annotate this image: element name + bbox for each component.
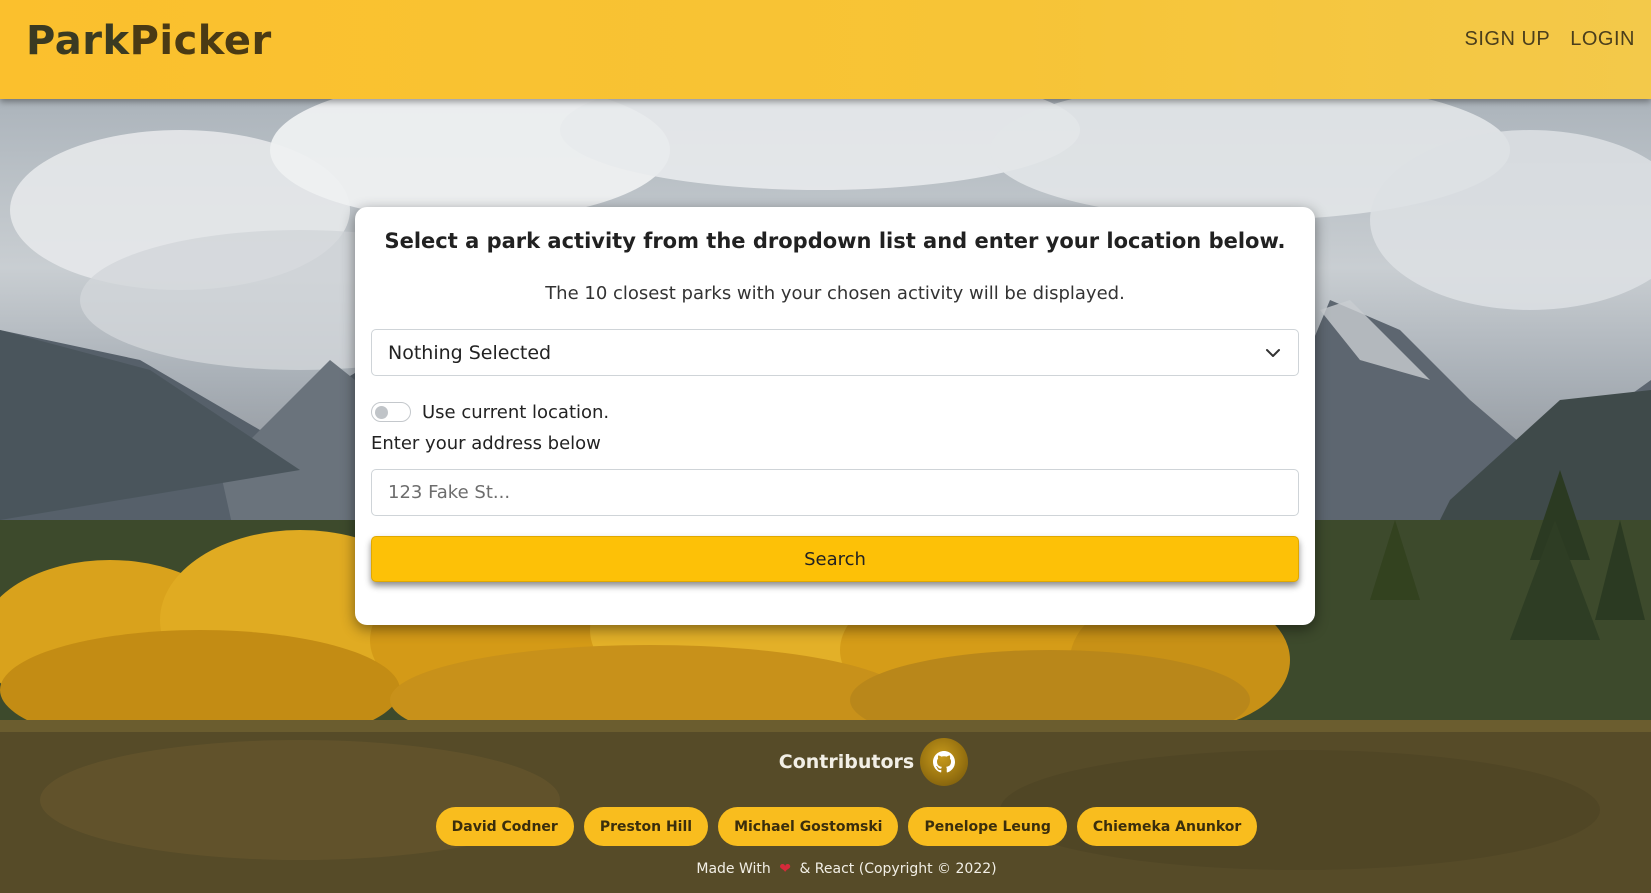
github-button[interactable]: [920, 738, 969, 786]
logo[interactable]: ParkPicker: [26, 18, 272, 64]
contributor-pill-chiemeka-anunkor[interactable]: Chiemeka Anunkor: [1076, 807, 1258, 846]
location-toggle-row: Use current location.: [371, 399, 609, 425]
chevron-down-icon: [1266, 349, 1280, 357]
location-toggle-label: Use current location.: [422, 401, 610, 423]
card-subtitle: The 10 closest parks with your chosen ac…: [545, 283, 1125, 304]
logo-text-picker: Picker: [129, 18, 272, 64]
address-label: Enter your address below: [371, 433, 601, 454]
signup-link[interactable]: SIGN UP: [1465, 28, 1551, 51]
contributor-pill-penelope-leung[interactable]: Penelope Leung: [908, 807, 1067, 846]
card-title: Select a park activity from the dropdown…: [384, 229, 1286, 253]
logo-text-park: Park: [26, 18, 130, 64]
login-link[interactable]: LOGIN: [1570, 28, 1635, 51]
contributors-row: Contributors: [0, 732, 1651, 792]
github-icon: [933, 751, 956, 773]
search-card: Select a park activity from the dropdown…: [355, 207, 1315, 625]
made-with-suffix: & React (Copyright © 2022): [799, 861, 997, 877]
footer: Contributors David Codner Preston Hill M…: [0, 732, 1651, 893]
contributor-pill-david-codner[interactable]: David Codner: [435, 807, 574, 846]
contributor-pill-michael-gostomski[interactable]: Michael Gostomski: [718, 807, 899, 846]
toggle-knob: [375, 405, 388, 419]
nav-links: SIGN UP LOGIN: [1465, 28, 1636, 51]
made-with-prefix: Made With: [696, 861, 771, 877]
address-input[interactable]: [371, 469, 1299, 516]
heart-icon: ❤: [779, 861, 791, 877]
contributor-pills: David Codner Preston Hill Michael Gostom…: [0, 807, 1651, 846]
contributors-title: Contributors: [778, 751, 915, 773]
made-with-text: Made With ❤ & React (Copyright © 2022): [0, 861, 1651, 877]
contributor-pill-preston-hill[interactable]: Preston Hill: [583, 807, 709, 846]
search-button[interactable]: Search: [371, 536, 1299, 582]
activity-select[interactable]: Nothing Selected: [371, 329, 1299, 376]
top-navbar: ParkPicker SIGN UP LOGIN: [0, 0, 1651, 99]
location-toggle[interactable]: [371, 402, 411, 422]
activity-select-value: Nothing Selected: [388, 342, 552, 364]
